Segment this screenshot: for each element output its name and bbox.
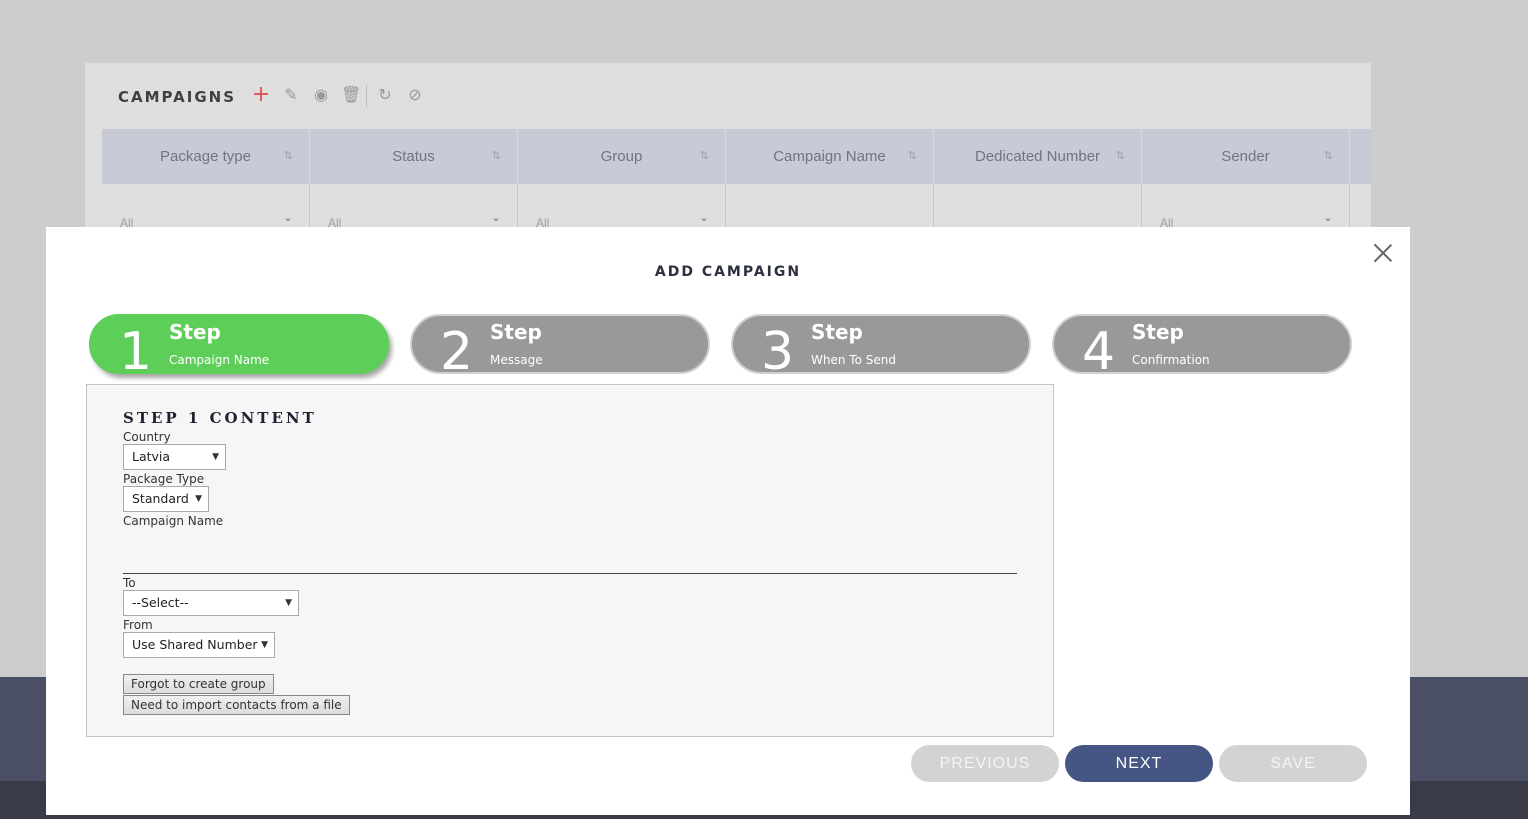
step-number: 1	[119, 322, 153, 374]
step-number: 4	[1082, 322, 1116, 374]
step-label: Step	[169, 320, 221, 344]
step-4[interactable]: 4 Step Confirmation	[1052, 314, 1352, 374]
sort-icon[interactable]: ⇅	[908, 149, 917, 162]
column-header-package-type[interactable]: Package type ⇅	[102, 129, 310, 184]
dropdown-arrow-icon: ▼	[195, 494, 202, 504]
step-subtitle: Message	[490, 353, 543, 367]
step-content: STEP 1 CONTENT Country Latvia ▼ Package …	[86, 384, 1054, 737]
to-label: To	[123, 576, 136, 590]
column-label: Campaign Name	[773, 148, 886, 165]
previous-button[interactable]: PREVIOUS	[911, 745, 1059, 782]
filter-campaign-name[interactable]	[726, 184, 934, 227]
step-2[interactable]: 2 Step Message	[410, 314, 710, 374]
column-label: Group	[600, 148, 643, 165]
import-contacts-button[interactable]: Need to import contacts from a file	[123, 695, 350, 715]
step-number: 2	[440, 322, 474, 374]
dropdown-arrow-icon: ▼	[261, 640, 268, 650]
dropdown-arrow-icon: ▼	[285, 598, 292, 608]
campaign-name-label: Campaign Name	[123, 514, 224, 528]
toolbar-divider	[366, 85, 367, 107]
sort-icon[interactable]: ⇅	[1324, 149, 1333, 162]
sort-icon[interactable]: ⇅	[492, 149, 501, 162]
step-number: 3	[761, 322, 795, 374]
step-3[interactable]: 3 Step When To Send	[731, 314, 1031, 374]
refresh-icon[interactable]: ↻	[375, 85, 395, 105]
sort-icon[interactable]: ⇅	[284, 149, 293, 162]
filter-group[interactable]: All ⌄	[518, 184, 726, 230]
to-select[interactable]: --Select-- ▼	[123, 590, 299, 616]
filter-sender[interactable]: All ⌄	[1142, 184, 1350, 230]
chevron-down-icon: ⌄	[282, 210, 293, 224]
filter-dedicated-number[interactable]	[934, 184, 1142, 227]
dropdown-arrow-icon: ▼	[212, 452, 219, 462]
column-header-group[interactable]: Group ⇅	[518, 129, 726, 184]
add-icon[interactable]: +	[251, 84, 271, 106]
step-subtitle: When To Send	[811, 353, 896, 367]
step-label: Step	[490, 320, 542, 344]
block-icon[interactable]: ⊘	[405, 85, 425, 105]
step-label: Step	[811, 320, 863, 344]
sort-icon[interactable]: ⇅	[700, 149, 709, 162]
wizard-steps: 1 Step Campaign Name 2 Step Message 3 St…	[89, 314, 1369, 376]
package-type-value: Standard	[132, 491, 189, 506]
table-filters: All ⌄ All ⌄ All ⌄ All ⌄	[102, 184, 1371, 230]
panel-title: CAMPAIGNS	[118, 88, 237, 106]
from-label: From	[123, 618, 153, 632]
add-campaign-modal: ADD CAMPAIGN 1 Step Campaign Name 2 Step…	[46, 227, 1410, 815]
delete-icon[interactable]: 🗑	[341, 85, 361, 105]
step-content-title: STEP 1 CONTENT	[123, 409, 317, 427]
column-header-campaign-name[interactable]: Campaign Name ⇅	[726, 129, 934, 184]
column-label: Dedicated Number	[974, 148, 1101, 165]
edit-icon[interactable]: ✎	[281, 85, 301, 105]
table-header: Package type ⇅ Status ⇅ Group ⇅ Campaign Na…	[102, 129, 1371, 184]
modal-title: ADD CAMPAIGN	[654, 264, 802, 280]
column-header-sender[interactable]: Sender ⇅	[1142, 129, 1350, 184]
column-header-status[interactable]: Status ⇅	[310, 129, 518, 184]
save-button[interactable]: SAVE	[1219, 745, 1367, 782]
country-label: Country	[123, 430, 171, 444]
step-label: Step	[1132, 320, 1184, 344]
view-icon[interactable]: ◉	[311, 85, 331, 105]
country-select[interactable]: Latvia ▼	[123, 444, 226, 470]
step-subtitle: Confirmation	[1132, 353, 1210, 367]
filter-package-type[interactable]: All ⌄	[102, 184, 310, 230]
package-type-select[interactable]: Standard ▼	[123, 486, 209, 512]
step-subtitle: Campaign Name	[169, 353, 270, 367]
filter-status[interactable]: All ⌄	[310, 184, 518, 230]
campaign-name-input[interactable]	[123, 547, 1017, 574]
sort-icon[interactable]: ⇅	[1116, 149, 1125, 162]
package-type-label: Package Type	[123, 472, 205, 486]
from-value: Use Shared Number	[132, 637, 258, 652]
step-1[interactable]: 1 Step Campaign Name	[89, 314, 389, 374]
close-icon[interactable]	[1373, 243, 1393, 263]
column-label: Status	[392, 148, 435, 165]
chevron-down-icon: ⌄	[698, 210, 709, 224]
forgot-group-button[interactable]: Forgot to create group	[123, 674, 274, 694]
to-value: --Select--	[132, 595, 189, 610]
campaigns-panel: CAMPAIGNS + ✎ ◉ 🗑 ↻ ⊘ Package type ⇅ Stat…	[85, 63, 1371, 230]
next-button[interactable]: NEXT	[1065, 745, 1213, 782]
from-select[interactable]: Use Shared Number ▼	[123, 632, 275, 658]
chevron-down-icon: ⌄	[490, 210, 501, 224]
column-label: Package type	[160, 148, 251, 165]
column-header-dedicated-number[interactable]: Dedicated Number ⇅	[934, 129, 1142, 184]
chevron-down-icon: ⌄	[1322, 210, 1333, 224]
country-value: Latvia	[132, 449, 171, 464]
column-label: Sender	[1221, 148, 1270, 165]
